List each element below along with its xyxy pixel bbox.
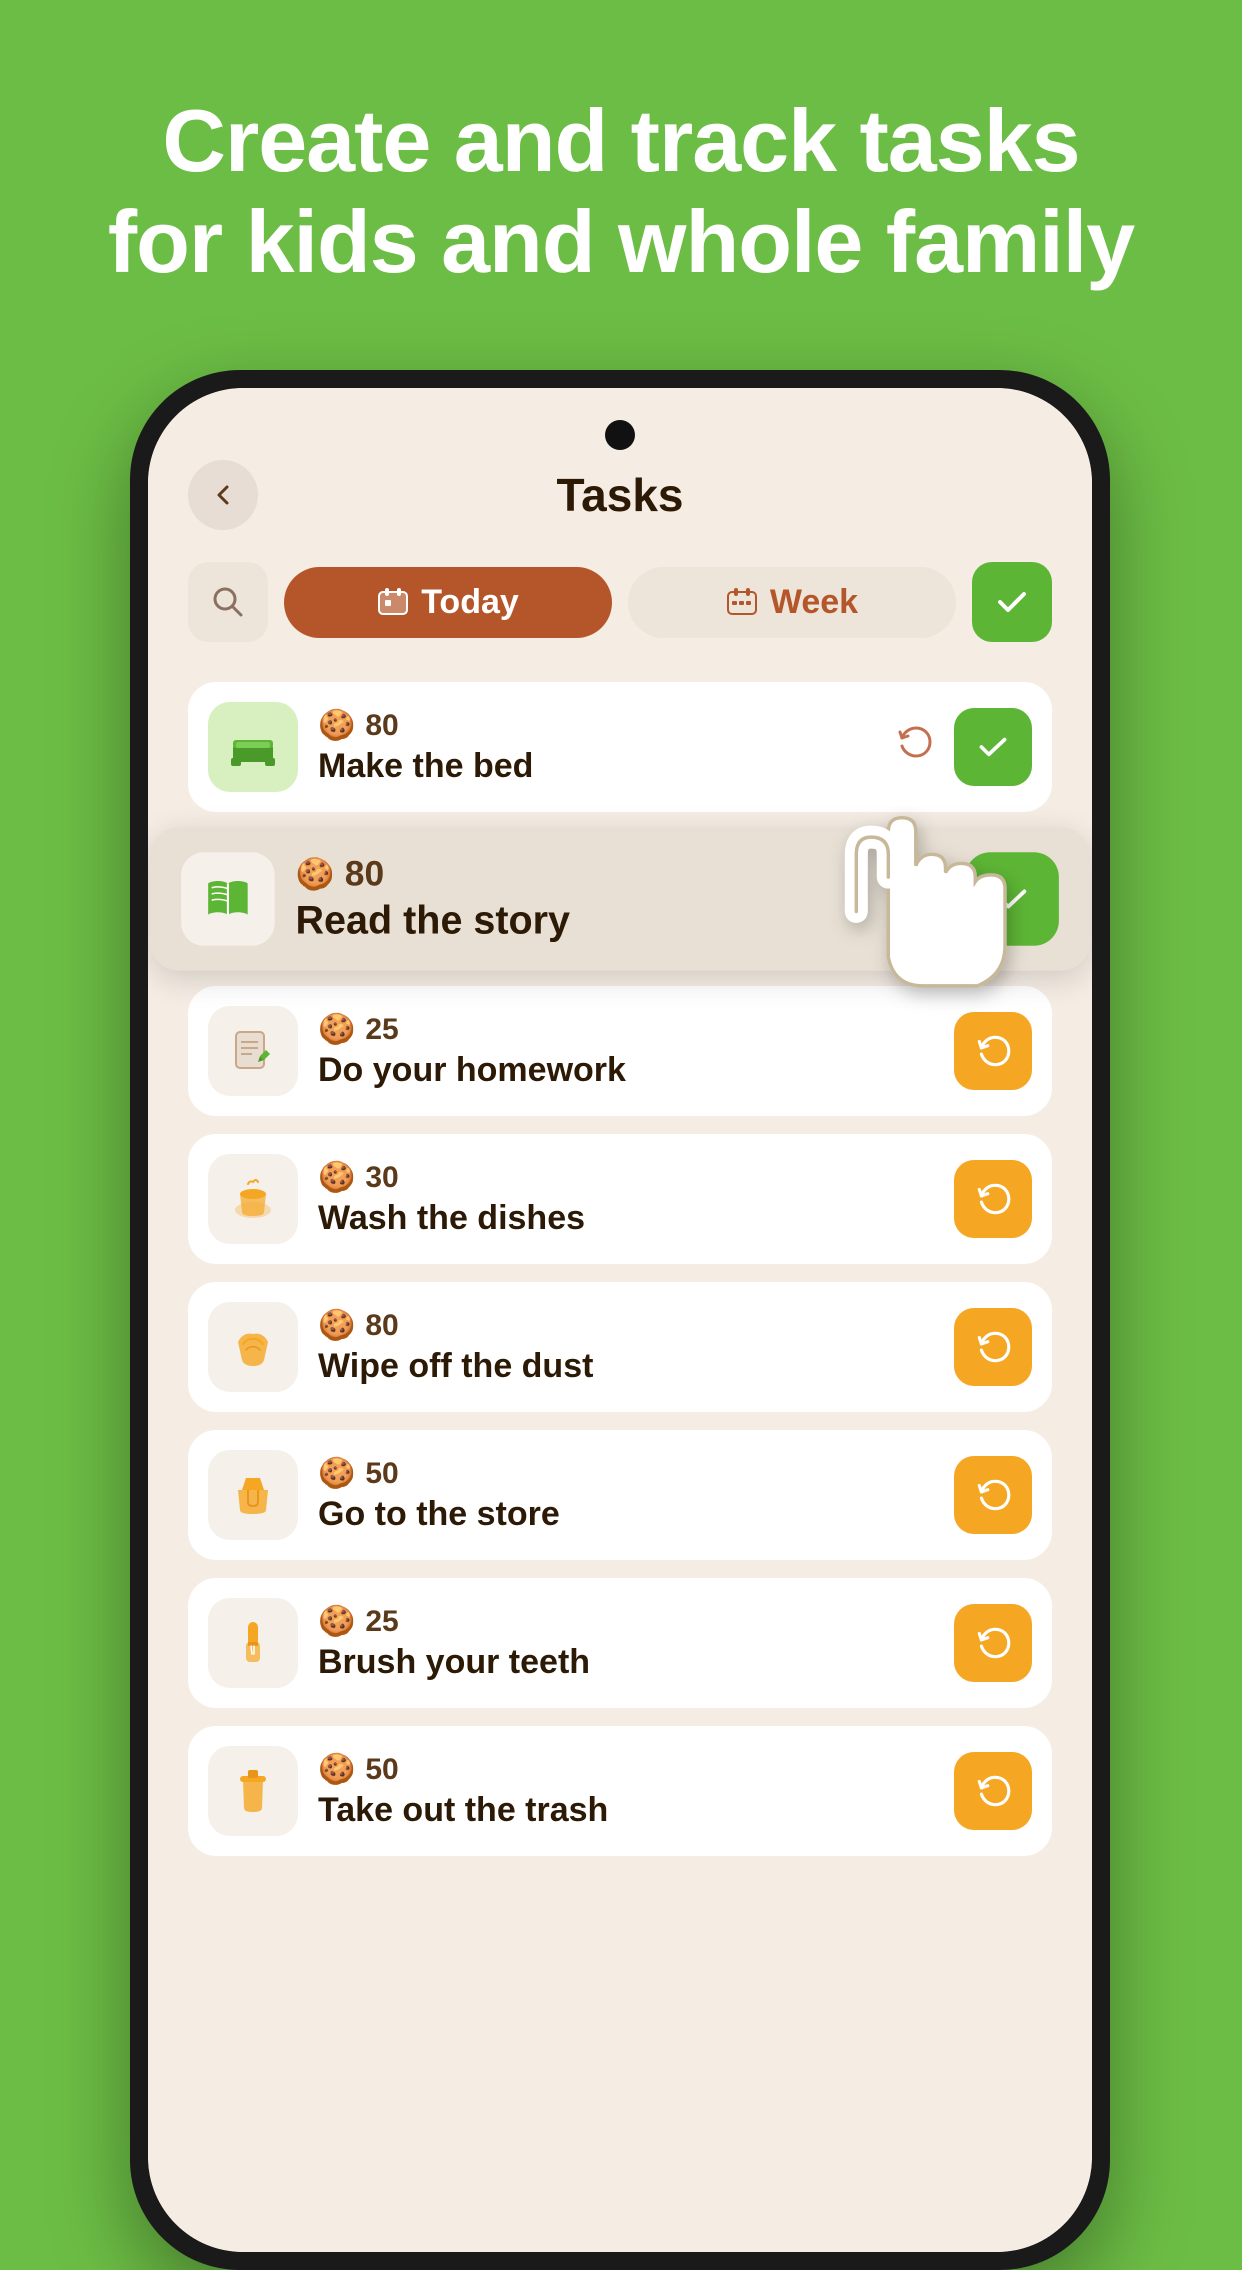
task-icon [208,1006,298,1096]
task-item[interactable]: 🍪 80 Wipe off the dust [188,1282,1052,1412]
phone-frame: Tasks [130,370,1110,2270]
repeat-button[interactable] [954,1308,1032,1386]
task-icon [208,702,298,792]
cookie-icon: 🍪 [318,1752,355,1787]
headline-line2: for kids and whole family [108,192,1134,291]
task-icon [208,1598,298,1688]
task-item[interactable]: 🍪 30 Wash the dishes [188,1134,1052,1264]
task-info: 🍪 80 Wipe off the dust [318,1308,934,1386]
repeat-button[interactable] [954,1752,1032,1830]
page-title: Tasks [556,468,683,522]
today-label: Today [421,583,519,622]
phone-screen: Tasks [148,388,1092,2252]
task-list: 🍪 80 Make the bed [148,672,1092,1866]
task-name: Take out the trash [318,1791,934,1830]
task-info: 🍪 25 Do your homework [318,1012,934,1090]
filter-week-button[interactable]: Week [628,567,956,638]
task-icon [208,1302,298,1392]
undo-button[interactable] [899,871,945,927]
task-info: 🍪 80 Read the story [296,854,878,943]
filter-today-button[interactable]: Today [284,567,612,638]
task-name: Wipe off the dust [318,1347,934,1386]
task-item[interactable]: 🍪 25 Brush your teeth [188,1578,1052,1708]
repeat-button[interactable] [954,1160,1032,1238]
complete-button[interactable] [954,708,1032,786]
back-button[interactable] [188,460,258,530]
headline-line1: Create and track tasks [162,91,1079,190]
task-item[interactable]: 🍪 80 Make the bed [188,682,1052,812]
cookie-icon: 🍪 [318,1604,355,1639]
task-name: Wash the dishes [318,1199,934,1238]
task-info: 🍪 50 Take out the trash [318,1752,934,1830]
complete-button[interactable] [965,852,1059,946]
task-info: 🍪 80 Make the bed [318,708,874,786]
task-icon [208,1450,298,1540]
task-points: 🍪 50 [318,1752,934,1787]
cookie-icon: 🍪 [296,856,335,892]
search-button[interactable] [188,562,268,642]
task-icon [208,1154,298,1244]
top-bar: Tasks [148,388,1092,542]
week-label: Week [770,583,858,622]
task-points: 🍪 30 [318,1160,934,1195]
filter-bar: Today Week [148,542,1092,672]
repeat-button[interactable] [954,1456,1032,1534]
cookie-icon: 🍪 [318,1308,355,1343]
task-name: Do your homework [318,1051,934,1090]
app-content: Tasks [148,388,1092,2252]
task-icon [208,1746,298,1836]
task-name: Make the bed [318,747,874,786]
task-points: 🍪 50 [318,1456,934,1491]
repeat-button[interactable] [954,1012,1032,1090]
check-all-button[interactable] [972,562,1052,642]
cookie-icon: 🍪 [318,1456,355,1491]
task-points: 🍪 25 [318,1604,934,1639]
undo-button[interactable] [894,722,934,772]
camera-notch [605,420,635,450]
task-info: 🍪 25 Brush your teeth [318,1604,934,1682]
headline: Create and track tasks for kids and whol… [0,0,1242,352]
task-points: 🍪 80 [318,708,874,743]
task-name: Go to the store [318,1495,934,1534]
task-points: 🍪 80 [296,854,878,895]
task-item[interactable]: 🍪 50 Go to the store [188,1430,1052,1560]
task-points: 🍪 80 [318,1308,934,1343]
task-points: 🍪 25 [318,1012,934,1047]
task-info: 🍪 50 Go to the store [318,1456,934,1534]
task-icon [181,852,275,946]
task-name: Read the story [296,899,878,944]
task-item[interactable]: 🍪 25 Do your homework [188,986,1052,1116]
cookie-icon: 🍪 [318,708,355,743]
task-item[interactable]: 🍪 50 Take out the trash [188,1726,1052,1856]
task-info: 🍪 30 Wash the dishes [318,1160,934,1238]
cookie-icon: 🍪 [318,1160,355,1195]
cookie-icon: 🍪 [318,1012,355,1047]
task-item-highlighted[interactable]: 🍪 80 Read the story [150,827,1090,971]
task-name: Brush your teeth [318,1643,934,1682]
repeat-button[interactable] [954,1604,1032,1682]
